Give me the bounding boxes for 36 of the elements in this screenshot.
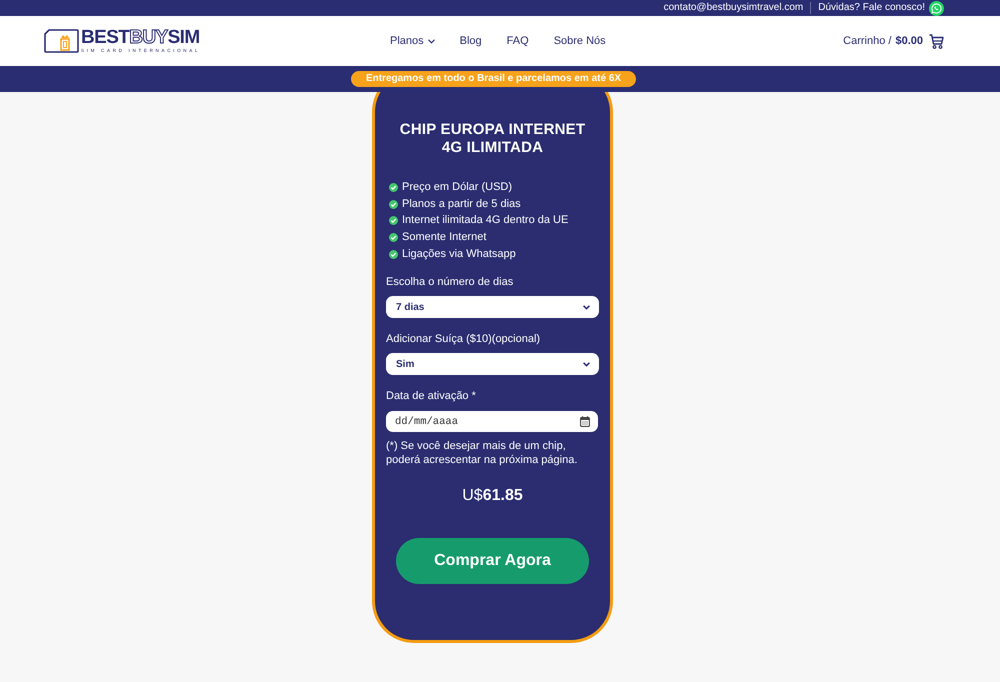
- nav-link[interactable]: FAQ: [506, 32, 529, 50]
- nav-link[interactable]: Blog: [460, 32, 482, 50]
- note-text: (*) Se você desejar mais de um chip, poderá acrescentar na próxima página.: [386, 439, 578, 468]
- chevron-down-icon: [583, 304, 590, 310]
- feature-text: Ligações via Whatsapp: [402, 246, 516, 262]
- check-circle-icon: [389, 200, 398, 209]
- nav-link[interactable]: Planos: [390, 32, 435, 50]
- select-field[interactable]: 7 dias: [386, 296, 599, 318]
- check-circle-icon: [389, 250, 398, 259]
- check-circle-icon: [389, 182, 398, 192]
- field-label: Escolha o número de dias: [386, 275, 514, 290]
- feature-text: Internet ilimitada 4G dentro da UE: [402, 213, 568, 228]
- logo-wordmark[interactable]: BESTBUYSIM: [81, 28, 200, 48]
- product-title: CHIP EUROPA INTERNET 4G ILIMITADA: [398, 121, 586, 157]
- select-field[interactable]: Sim: [386, 353, 599, 376]
- nav-link[interactable]: Sobre Nós: [554, 32, 606, 50]
- chevron-down-icon: [428, 38, 435, 44]
- field-label: Data de ativação *: [386, 389, 477, 404]
- calendar-icon[interactable]: [580, 416, 590, 428]
- feature-text: Somente Internet: [402, 230, 486, 246]
- email-link[interactable]: contato@bestbuysimtravel.com: [664, 0, 804, 16]
- chevron-down-icon: [583, 362, 590, 367]
- check-circle-icon: [389, 232, 398, 242]
- check-circle-icon: [389, 216, 398, 226]
- feature-text: Planos a partir de 5 dias: [402, 196, 521, 212]
- buy-button[interactable]: Comprar Agora: [396, 538, 589, 584]
- field-label: Adicionar Suíça ($10)(opcional): [386, 332, 542, 348]
- feature-text: Preço em Dólar (USD): [402, 180, 512, 196]
- cart-link[interactable]: Carrinho / $0.00: [843, 32, 944, 50]
- contact-text: Dúvidas? Fale conosco!: [818, 1, 925, 15]
- sim-card-icon: [44, 29, 79, 53]
- chat-phone-icon[interactable]: [929, 0, 944, 16]
- delivery-banner: Entregamos em todo o Brasil e parcelamos em até 6X: [350, 71, 636, 87]
- date-input[interactable]: dd/mm/aaaa: [386, 411, 598, 432]
- cart-icon: [929, 34, 944, 48]
- price-text: U$61.85: [461, 486, 524, 506]
